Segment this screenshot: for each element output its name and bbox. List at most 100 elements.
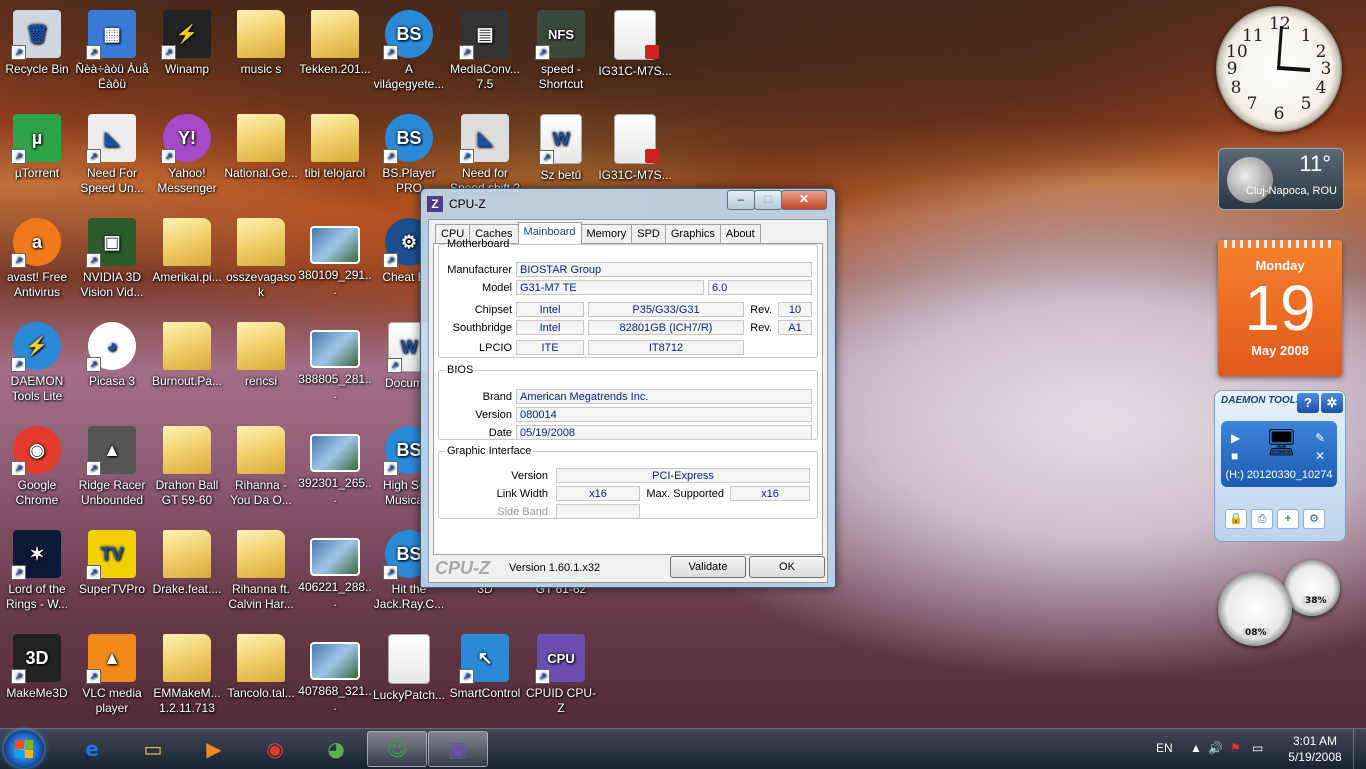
- desktop-icon[interactable]: ▲ ↗ Ridge Racer Unbounded: [75, 420, 149, 520]
- taskbar-clock[interactable]: 3:01 AM 5/19/2008: [1280, 733, 1350, 765]
- chrome-taskbar-button[interactable]: ◉: [245, 731, 305, 767]
- desktop-icon[interactable]: a ↗ avast! Free Antivirus: [0, 212, 74, 312]
- ie-taskbar-button[interactable]: e: [62, 731, 122, 767]
- maximize-button[interactable]: □: [754, 190, 782, 210]
- desktop-icon[interactable]: ↖ ↗ SmartControl: [448, 628, 522, 728]
- stop-icon[interactable]: ■: [1231, 449, 1238, 463]
- title-bar[interactable]: Z CPU-Z – □ ✕: [421, 189, 835, 217]
- close-icon[interactable]: ✕: [1315, 449, 1325, 463]
- mount-icon[interactable]: ⎙: [1251, 509, 1273, 529]
- desktop-icon[interactable]: Amerikai.pi...: [150, 212, 224, 312]
- desktop-icon-label: Sz betű: [540, 168, 582, 182]
- desktop-icon[interactable]: ✶ ↗ Lord of the Rings - W...: [0, 524, 74, 624]
- power-icon[interactable]: ▭: [1252, 741, 1263, 755]
- desktop-icon[interactable]: TV ↗ SuperTVPro: [75, 524, 149, 624]
- calendar-rings: [1224, 240, 1336, 248]
- desktop-icon-label: Burnout.Pa...: [151, 374, 223, 388]
- desktop-icon[interactable]: ▦ ↗ Ñèà÷àòü Àuå Ëàôü: [75, 4, 149, 104]
- star-icon[interactable]: ✲: [1321, 393, 1343, 413]
- mounted-drive-label: (H:) 20120330_10274: [1225, 469, 1333, 481]
- bios-brand-value: American Megatrends Inc.: [516, 389, 812, 404]
- ok-button[interactable]: OK: [749, 556, 825, 578]
- desktop-icon[interactable]: ◕ ↗ Picasa 3: [75, 316, 149, 416]
- desktop-icon[interactable]: ⚡ ↗ DAEMON Tools Lite: [0, 316, 74, 416]
- desktop-icon[interactable]: IG31C-M7S...: [598, 4, 672, 104]
- lock-icon[interactable]: 🔒: [1225, 509, 1247, 529]
- desktop-icon[interactable]: ◣ ↗ Need For Speed Un...: [75, 108, 149, 208]
- desktop-icon[interactable]: µ ↗ µTorrent: [0, 108, 74, 208]
- desktop-icon[interactable]: tibi telojarol: [298, 108, 372, 208]
- desktop-icon[interactable]: Y! ↗ Yahoo! Messenger: [150, 108, 224, 208]
- wrench-icon[interactable]: ✎: [1315, 431, 1325, 445]
- supertv-icon: TV ↗: [86, 530, 136, 580]
- shortcut-arrow-icon: ↗: [11, 253, 26, 268]
- show-hidden-icons-icon[interactable]: ▲: [1190, 741, 1202, 755]
- desktop-icon-label: 407868_321...: [298, 684, 372, 713]
- memory-dial: [1284, 560, 1340, 616]
- validate-button[interactable]: Validate: [670, 556, 746, 578]
- volume-icon[interactable]: 🔊: [1208, 741, 1223, 755]
- desktop-icon-label: Ñèà÷àòü Àuå Ëàôü: [75, 62, 149, 91]
- desktop-icon[interactable]: 🗑 ↗ Recycle Bin: [0, 4, 74, 104]
- desktop-icon[interactable]: osszevagasok: [224, 212, 298, 312]
- shortcut-arrow-icon: ↗: [459, 149, 474, 164]
- drive-settings-icon[interactable]: ⚙: [1303, 509, 1325, 529]
- desktop-icon[interactable]: Drake.feat....: [150, 524, 224, 624]
- desktop-icon-label: avast! Free Antivirus: [6, 270, 68, 299]
- desktop-icon[interactable]: Tancolo.tal...: [224, 628, 298, 728]
- desktop-icon[interactable]: 3D ↗ MakeMe3D: [0, 628, 74, 728]
- desktop-icon-label: Amerikai.pi...: [152, 270, 222, 284]
- desktop-icon[interactable]: CPU ↗ CPUID CPU-Z: [524, 628, 598, 728]
- tab-mainboard[interactable]: Mainboard: [517, 222, 582, 244]
- virtual-drive-panel[interactable]: ▶ ■ 🖥 ✎ ✕ (H:) 20120330_10274: [1221, 421, 1337, 487]
- start-button[interactable]: [4, 730, 44, 768]
- daemon-tools-gadget[interactable]: DAEMON TOOLS ? ✲ ▶ ■ 🖥 ✎ ✕ (H:) 20120330…: [1214, 390, 1346, 542]
- desktop-icon[interactable]: ◉ ↗ Google Chrome: [0, 420, 74, 520]
- desktop-icon[interactable]: ▲ ↗ VLC media player: [75, 628, 149, 728]
- bios-brand-label: Brand: [482, 391, 512, 403]
- messenger-taskbar-button[interactable]: ☺: [367, 731, 427, 767]
- minimize-button[interactable]: –: [727, 190, 755, 210]
- desktop-icon[interactable]: 407868_321...: [298, 628, 372, 728]
- desktop-icon[interactable]: BS ↗ A világegyete...: [372, 4, 446, 104]
- chrome-icon: ◉: [266, 737, 284, 761]
- desktop-icon[interactable]: ▣ ↗ NVIDIA 3D Vision Vid...: [75, 212, 149, 312]
- desktop-icon[interactable]: LuckyPatch...: [372, 628, 446, 728]
- cpuz-taskbar-button[interactable]: ▣: [428, 731, 488, 767]
- picasa-taskbar-button[interactable]: ◕: [306, 731, 366, 767]
- desktop-icon[interactable]: National.Ge...: [224, 108, 298, 208]
- desktop-icon[interactable]: 406221_288...: [298, 524, 372, 624]
- folder-icon: [237, 114, 285, 162]
- desktop-icon[interactable]: rencsi: [224, 316, 298, 416]
- weather-gadget[interactable]: 11° Cluj-Napoca, ROU: [1218, 148, 1344, 210]
- show-desktop-button[interactable]: [1353, 729, 1366, 769]
- desktop-icon[interactable]: Burnout.Pa...: [150, 316, 224, 416]
- desktop-icon[interactable]: 388805_281...: [298, 316, 372, 416]
- desktop-icon[interactable]: music s: [224, 4, 298, 104]
- desktop-icon[interactable]: ▤ ↗ MediaConv... 7.5: [448, 4, 522, 104]
- play-icon[interactable]: ▶: [1231, 431, 1240, 445]
- desktop-icon[interactable]: Rihanna ft. Calvin Har...: [224, 524, 298, 624]
- desktop-icon[interactable]: Tekken.201...: [298, 4, 372, 104]
- add-icon[interactable]: +: [1277, 509, 1299, 529]
- cpuz-window[interactable]: Z CPU-Z – □ ✕ CPU Caches Mainboard Memor…: [420, 188, 836, 588]
- close-button[interactable]: ✕: [781, 190, 827, 210]
- desktop-icon[interactable]: 392301_265...: [298, 420, 372, 520]
- media-player-taskbar-button[interactable]: ▶: [184, 731, 244, 767]
- network-warning-icon[interactable]: ⚑: [1230, 741, 1241, 755]
- desktop-icon[interactable]: 380109_291...: [298, 212, 372, 312]
- cpu-meter-gadget[interactable]: 38% 08%: [1216, 560, 1346, 652]
- desktop-icon-label: VLC media player: [82, 686, 142, 715]
- language-indicator[interactable]: EN: [1156, 741, 1173, 755]
- help-button[interactable]: ?: [1297, 393, 1319, 413]
- explorer-taskbar-button[interactable]: ▭: [123, 731, 183, 767]
- desktop-icon[interactable]: NFS ↗ speed - Shortcut: [524, 4, 598, 104]
- desktop-icon[interactable]: Drahon Ball GT 59-60: [150, 420, 224, 520]
- calendar-gadget[interactable]: Monday 19 May 2008: [1218, 240, 1342, 376]
- lpcio-label: LPCIO: [478, 342, 512, 354]
- folder-icon: [237, 634, 285, 682]
- desktop-icon[interactable]: EMMakeM... 1.2.11.713: [150, 628, 224, 728]
- desktop-icon[interactable]: ⚡ ↗ Winamp: [150, 4, 224, 104]
- desktop-icon[interactable]: Rihanna - You Da O...: [224, 420, 298, 520]
- clock-gadget[interactable]: 12 3 6 9 1 2 4 5 7 8 10 11: [1216, 6, 1342, 132]
